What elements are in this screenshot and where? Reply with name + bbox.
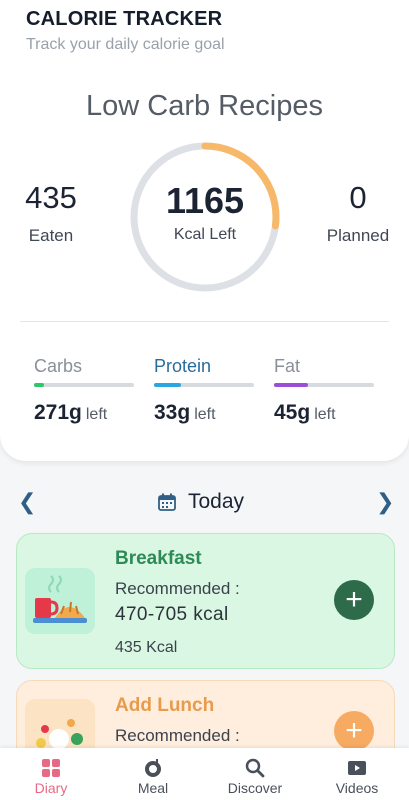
macro-bar <box>154 383 254 387</box>
macro-amount: 45g <box>274 401 311 424</box>
add-lunch-button[interactable]: + <box>334 711 374 751</box>
recommended-label: Recommended : <box>115 726 240 745</box>
macro-bar <box>34 383 134 387</box>
breakfast-icon <box>25 568 95 634</box>
macro-name: Fat <box>274 356 301 376</box>
macro-amount: 33g <box>154 401 191 424</box>
nav-label: Meal <box>137 780 169 796</box>
macro-bar-fill <box>274 383 308 387</box>
search-icon <box>245 758 265 778</box>
add-breakfast-button[interactable]: + <box>334 580 374 620</box>
recommended-range: 470-705 kcal <box>115 604 229 625</box>
nav-item-videos[interactable]: Videos <box>307 748 407 800</box>
date-navigator: ❮ Today ❯ <box>0 488 409 518</box>
chevron-right-icon[interactable]: ❯ <box>376 488 394 516</box>
planned-label: Planned <box>326 226 390 245</box>
eaten-stat: 435 Eaten <box>16 180 86 246</box>
diary-icon <box>42 759 60 777</box>
macro-amount: 271g <box>34 401 82 424</box>
planned-stat: 0 Planned <box>318 180 398 246</box>
kcal-left-value: 1165 <box>165 180 245 221</box>
app-title: CALORIE TRACKER <box>26 8 223 30</box>
nav-item-meal[interactable]: Meal <box>103 748 203 800</box>
nav-item-discover[interactable]: Discover <box>205 748 305 800</box>
macro-bar <box>274 383 374 387</box>
macro-bar-fill <box>34 383 44 387</box>
macro-protein: Protein 33g left <box>154 356 254 425</box>
nav-item-diary[interactable]: Diary <box>1 748 101 800</box>
macro-suffix: left <box>194 406 216 423</box>
video-icon <box>348 761 366 775</box>
chevron-left-icon[interactable]: ❮ <box>18 488 36 516</box>
app-subtitle: Track your daily calorie goal <box>26 36 225 53</box>
calendar-icon <box>158 493 176 511</box>
eaten-value: 435 <box>25 180 77 215</box>
macro-fat: Fat 45g left <box>274 356 374 425</box>
macro-name: Protein <box>154 356 212 376</box>
date-text: Today <box>188 490 245 513</box>
meal-icon <box>145 759 161 777</box>
meal-name: Breakfast <box>115 548 202 569</box>
logged-kcal: 435 Kcal <box>115 639 178 656</box>
kcal-left-label: Kcal Left <box>173 226 237 243</box>
meal-card-breakfast[interactable]: Breakfast Recommended : 470-705 kcal 435… <box>16 533 395 669</box>
summary-card: CALORIE TRACKER Track your daily calorie… <box>0 0 409 461</box>
nav-label: Videos <box>335 780 379 796</box>
nav-label: Diary <box>34 780 68 796</box>
macro-carbs: Carbs 271g left <box>34 356 134 425</box>
meal-name: Add Lunch <box>115 695 215 716</box>
bottom-nav: Diary Meal Discover Videos <box>0 748 409 800</box>
divider <box>20 321 389 322</box>
kcal-left: 1165 Kcal Left <box>128 180 282 244</box>
date-label[interactable]: Today <box>158 488 244 516</box>
nav-label: Discover <box>227 780 283 796</box>
recommended-label: Recommended : <box>115 579 240 598</box>
macro-bar-fill <box>154 383 181 387</box>
macro-suffix: left <box>85 406 108 423</box>
planned-value: 0 <box>349 180 367 215</box>
macro-suffix: left <box>314 406 336 423</box>
eaten-label: Eaten <box>28 226 74 245</box>
macro-name: Carbs <box>34 356 83 376</box>
plan-title[interactable]: Low Carb Recipes <box>0 90 409 123</box>
